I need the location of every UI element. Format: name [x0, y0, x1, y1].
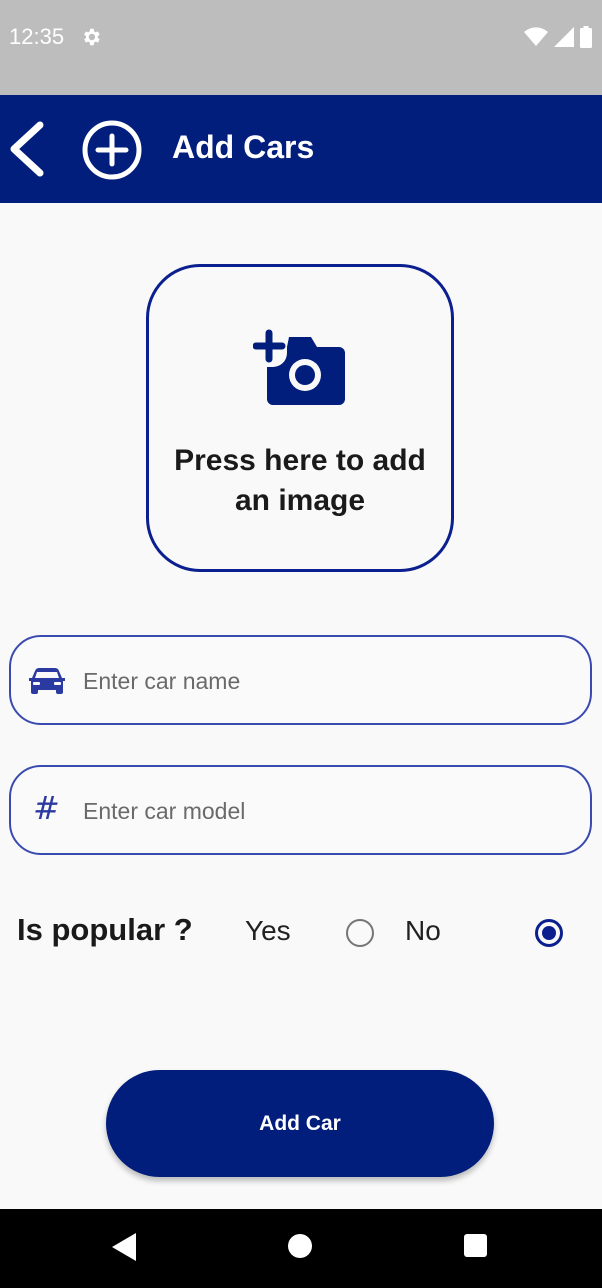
radio-no[interactable] — [535, 919, 563, 947]
status-time: 12:35 — [9, 24, 65, 49]
radio-selected-dot — [542, 926, 556, 940]
popular-label: Is popular ? — [17, 912, 193, 947]
car-model-field[interactable]: # — [9, 765, 592, 855]
back-arrow-icon[interactable] — [6, 121, 46, 177]
add-photo-camera-icon — [253, 329, 345, 405]
option-no-label: No — [405, 915, 441, 946]
add-circle-icon — [82, 120, 142, 180]
add-car-button[interactable]: Add Car — [106, 1070, 494, 1177]
signal-icon — [554, 27, 574, 47]
image-picker-label: Press here to add an image — [174, 444, 426, 517]
gear-icon — [84, 28, 100, 46]
battery-icon — [580, 26, 592, 48]
radio-yes[interactable] — [346, 919, 374, 947]
nav-back-icon[interactable] — [112, 1233, 136, 1261]
page-title: Add Cars — [172, 129, 315, 165]
car-name-field[interactable] — [9, 635, 592, 725]
system-nav-bar — [0, 1209, 602, 1288]
status-bar: 12:35 — [0, 0, 602, 95]
wifi-icon — [524, 27, 548, 46]
car-model-input[interactable] — [83, 791, 563, 831]
nav-home-icon[interactable] — [288, 1234, 312, 1258]
car-name-input[interactable] — [83, 661, 563, 701]
car-icon — [29, 668, 65, 694]
nav-recents-icon[interactable] — [464, 1234, 487, 1257]
image-picker-button[interactable]: Press here to add an image — [146, 264, 454, 572]
hash-icon: # — [33, 789, 60, 827]
status-icons — [524, 26, 592, 48]
option-yes-label: Yes — [245, 915, 291, 946]
app-bar: Add Cars — [0, 95, 602, 203]
